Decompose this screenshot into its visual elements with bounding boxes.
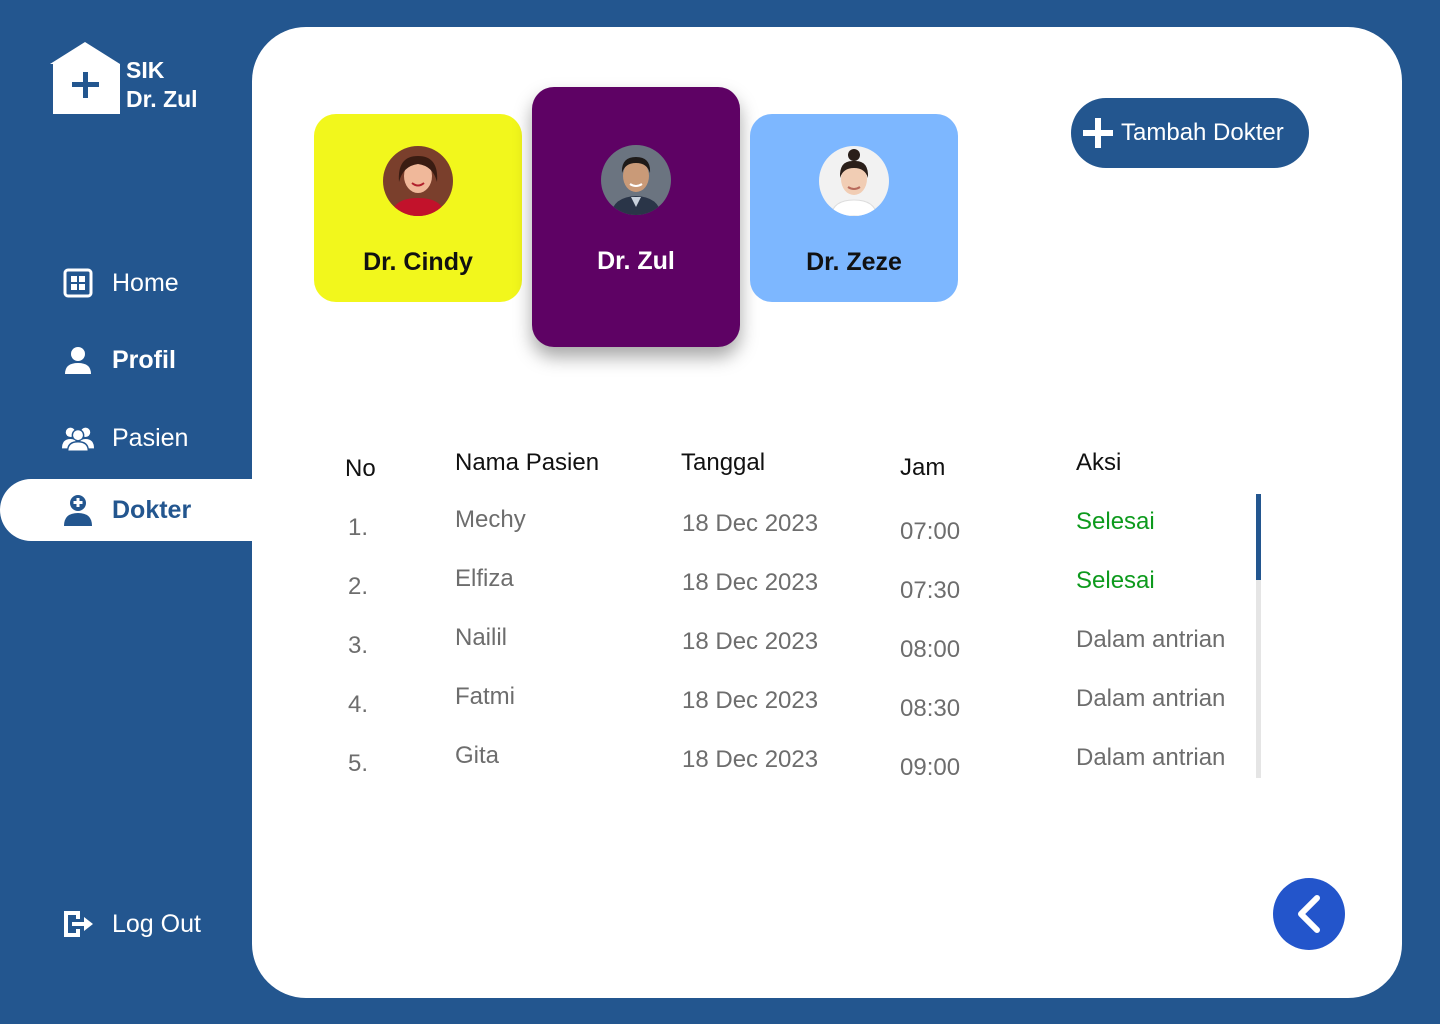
brand-line-1: SIK	[126, 57, 165, 83]
doctor-name: Dr. Cindy	[363, 248, 473, 276]
plus-icon	[1083, 118, 1113, 148]
doctor-icon	[62, 494, 94, 526]
sidebar-item-pasien[interactable]: Pasien	[0, 407, 252, 469]
patient-name: Fatmi	[455, 683, 515, 710]
appointment-time: 09:00	[900, 754, 961, 781]
appointment-date: 18 Dec 2023	[682, 746, 819, 773]
avatar	[383, 146, 453, 216]
doctor-card-zeze[interactable]: Dr. Zeze	[750, 114, 958, 302]
status-action[interactable]: Dalam antrian	[1076, 685, 1225, 713]
appointment-time: 07:30	[900, 577, 961, 604]
doctor-name: Dr. Zeze	[806, 248, 902, 276]
table-scrollbar-thumb[interactable]	[1256, 494, 1261, 580]
row-number: 5.	[348, 750, 369, 777]
sidebar-item-label: Dokter	[112, 495, 192, 524]
status-action[interactable]: Selesai	[1076, 567, 1155, 595]
sidebar-item-profil[interactable]: Profil	[0, 329, 252, 391]
doctor-name: Dr. Zul	[597, 247, 675, 275]
column-header-action: Aksi	[1076, 449, 1122, 476]
logout-icon	[62, 908, 94, 940]
row-number: 1.	[348, 514, 369, 541]
back-button[interactable]	[1273, 878, 1345, 950]
status-action[interactable]: Dalam antrian	[1076, 626, 1225, 654]
row-number: 4.	[348, 691, 369, 718]
sidebar-item-home[interactable]: Home	[0, 252, 252, 314]
avatar	[819, 146, 889, 216]
app-logo: SIK Dr. Zul	[50, 42, 250, 122]
patient-name: Mechy	[455, 506, 526, 533]
logout-label: Log Out	[112, 909, 201, 938]
sidebar-item-dokter[interactable]: Dokter	[0, 479, 252, 541]
row-number: 2.	[348, 573, 369, 600]
appointment-date: 18 Dec 2023	[682, 687, 819, 714]
user-icon	[62, 344, 94, 376]
status-action[interactable]: Dalam antrian	[1076, 744, 1225, 772]
chevron-left-icon	[1298, 895, 1320, 933]
logout-button[interactable]: Log Out	[0, 893, 252, 955]
brand-name: SIK Dr. Zul	[126, 56, 198, 114]
appointment-date: 18 Dec 2023	[682, 510, 819, 537]
column-header-name: Nama Pasien	[455, 449, 600, 476]
appointment-time: 07:00	[900, 518, 961, 545]
appointment-time: 08:30	[900, 695, 961, 722]
patient-name: Nailil	[455, 624, 508, 651]
status-action[interactable]: Selesai	[1076, 508, 1155, 536]
appointment-date: 18 Dec 2023	[682, 628, 819, 655]
brand-line-2: Dr. Zul	[126, 86, 198, 112]
patient-name: Gita	[455, 742, 500, 769]
avatar	[601, 145, 671, 215]
column-header-date: Tanggal	[681, 449, 766, 476]
add-doctor-button[interactable]: Tambah Dokter	[1071, 98, 1309, 168]
column-header-no: No	[345, 455, 376, 482]
sidebar-item-label: Pasien	[112, 423, 189, 452]
sidebar-item-label: Home	[112, 268, 179, 297]
doctor-card-cindy[interactable]: Dr. Cindy	[314, 114, 522, 302]
appointment-date: 18 Dec 2023	[682, 569, 819, 596]
sidebar-item-label: Profil	[112, 345, 176, 374]
doctor-card-zul[interactable]: Dr. Zul	[532, 87, 740, 347]
column-header-time: Jam	[900, 454, 946, 481]
grid-icon	[62, 267, 94, 299]
add-doctor-label: Tambah Dokter	[1121, 119, 1284, 146]
appointment-time: 08:00	[900, 636, 961, 663]
row-number: 3.	[348, 632, 369, 659]
main-panel: Dr. Cindy Dr. Zul Dr. Zeze Tambah Dokter…	[252, 27, 1402, 998]
users-icon	[62, 422, 94, 454]
patient-name: Elfiza	[455, 565, 514, 592]
clinic-house-icon	[50, 42, 120, 114]
